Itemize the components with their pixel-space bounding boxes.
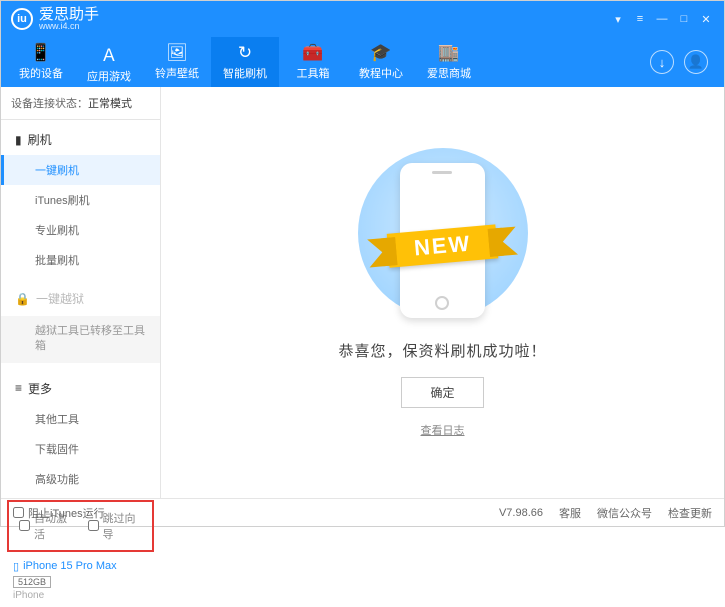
ribbon-text: NEW (387, 224, 499, 267)
wechat-link[interactable]: 微信公众号 (597, 505, 652, 521)
user-button[interactable]: 👤 (684, 50, 708, 74)
nav-ringtone[interactable]: 🖼 铃声壁纸 (143, 37, 211, 87)
menu-icon: ≡ (15, 381, 22, 395)
main-nav: 📱 我的设备 Ａ 应用游戏 🖼 铃声壁纸 ↻ 智能刷机 🧰 工具箱 🎓 教程中心… (1, 37, 724, 87)
brand-name: 爱思助手 (39, 7, 99, 22)
sidebar-item-download[interactable]: 下载固件 (1, 434, 160, 464)
nav-label: 教程中心 (359, 65, 403, 81)
tutorial-icon: 🎓 (370, 43, 391, 63)
checkbox-label: 阻止iTunes运行 (28, 505, 105, 521)
device-storage: 512GB (13, 576, 51, 588)
brand-url: www.i4.cn (39, 22, 99, 31)
nav-tutorial[interactable]: 🎓 教程中心 (347, 37, 415, 87)
view-log-link[interactable]: 查看日志 (421, 422, 465, 438)
sidebar-item-other[interactable]: 其他工具 (1, 404, 160, 434)
status-label: 设备连接状态： (11, 98, 88, 110)
success-illustration: NEW (343, 148, 543, 328)
minimize-icon[interactable]: — (654, 12, 670, 26)
status-footer: 阻止iTunes运行 V7.98.66 客服 微信公众号 检查更新 (1, 498, 724, 526)
device-name-text: iPhone 15 Pro Max (23, 560, 117, 572)
toolbox-icon: 🧰 (302, 43, 323, 63)
list-icon[interactable]: ≡ (632, 12, 648, 26)
success-message: 恭喜您，保资料刷机成功啦！ (338, 340, 546, 361)
close-icon[interactable]: ✕ (698, 12, 714, 26)
logo-icon: iu (11, 8, 33, 30)
sidebar-item-batch[interactable]: 批量刷机 (1, 245, 160, 275)
apps-icon: Ａ (101, 41, 118, 66)
jailbreak-note: 越狱工具已转移至工具箱 (1, 316, 160, 363)
sidebar-item-advanced[interactable]: 高级功能 (1, 464, 160, 494)
maximize-icon[interactable]: □ (676, 12, 692, 26)
version-label: V7.98.66 (499, 507, 543, 519)
update-link[interactable]: 检查更新 (668, 505, 712, 521)
nav-label: 铃声壁纸 (155, 65, 199, 81)
menu-icon[interactable]: ▾ (610, 12, 626, 26)
window-controls: ▾ ≡ — □ ✕ (610, 12, 714, 26)
shop-icon: 🏬 (438, 43, 459, 63)
support-link[interactable]: 客服 (559, 505, 581, 521)
sidebar-head-label: 更多 (28, 380, 52, 397)
device-panel[interactable]: ▯ iPhone 15 Pro Max 512GB iPhone (1, 554, 160, 607)
nav-label: 工具箱 (297, 65, 330, 81)
nav-shop[interactable]: 🏬 爱思商城 (415, 37, 483, 87)
device-type: iPhone (13, 590, 148, 601)
sidebar-item-itunes[interactable]: iTunes刷机 (1, 185, 160, 215)
sidebar-head-more[interactable]: ≡ 更多 (1, 373, 160, 404)
main-content: NEW 恭喜您，保资料刷机成功啦！ 确定 查看日志 (161, 87, 724, 498)
lock-icon: 🔒 (15, 292, 30, 306)
sidebar-head-label: 一键越狱 (36, 290, 84, 307)
status-value: 正常模式 (88, 98, 132, 110)
nav-label: 我的设备 (19, 65, 63, 81)
sidebar-head-label: 刷机 (28, 131, 52, 148)
ribbon: NEW (343, 226, 543, 266)
block-itunes-checkbox[interactable]: 阻止iTunes运行 (13, 505, 105, 521)
sidebar: 设备连接状态：正常模式 ▮ 刷机 一键刷机 iTunes刷机 专业刷机 批量刷机… (1, 87, 161, 498)
sidebar-head-flash[interactable]: ▮ 刷机 (1, 124, 160, 155)
nav-label: 爱思商城 (427, 65, 471, 81)
sidebar-item-pro[interactable]: 专业刷机 (1, 215, 160, 245)
brand-block: 爱思助手 www.i4.cn (39, 7, 99, 31)
phone-icon: ▯ (13, 560, 19, 573)
nav-label: 智能刷机 (223, 65, 267, 81)
wallpaper-icon: 🖼 (166, 43, 188, 63)
nav-flash[interactable]: ↻ 智能刷机 (211, 37, 279, 87)
nav-my-device[interactable]: 📱 我的设备 (7, 37, 75, 87)
nav-label: 应用游戏 (87, 68, 131, 84)
ok-button[interactable]: 确定 (401, 377, 483, 408)
phone-icon: ▮ (15, 133, 22, 147)
flash-icon: ↻ (238, 43, 252, 63)
checkbox-input[interactable] (13, 507, 24, 518)
phone-icon: 📱 (30, 43, 51, 63)
sidebar-item-oneclick[interactable]: 一键刷机 (1, 155, 160, 185)
title-bar: iu 爱思助手 www.i4.cn ▾ ≡ — □ ✕ (1, 1, 724, 37)
nav-toolbox[interactable]: 🧰 工具箱 (279, 37, 347, 87)
device-name: ▯ iPhone 15 Pro Max (13, 560, 148, 573)
connection-status: 设备连接状态：正常模式 (1, 87, 160, 120)
download-button[interactable]: ↓ (650, 50, 674, 74)
sidebar-head-jailbreak: 🔒 一键越狱 (1, 283, 160, 314)
nav-apps[interactable]: Ａ 应用游戏 (75, 37, 143, 87)
